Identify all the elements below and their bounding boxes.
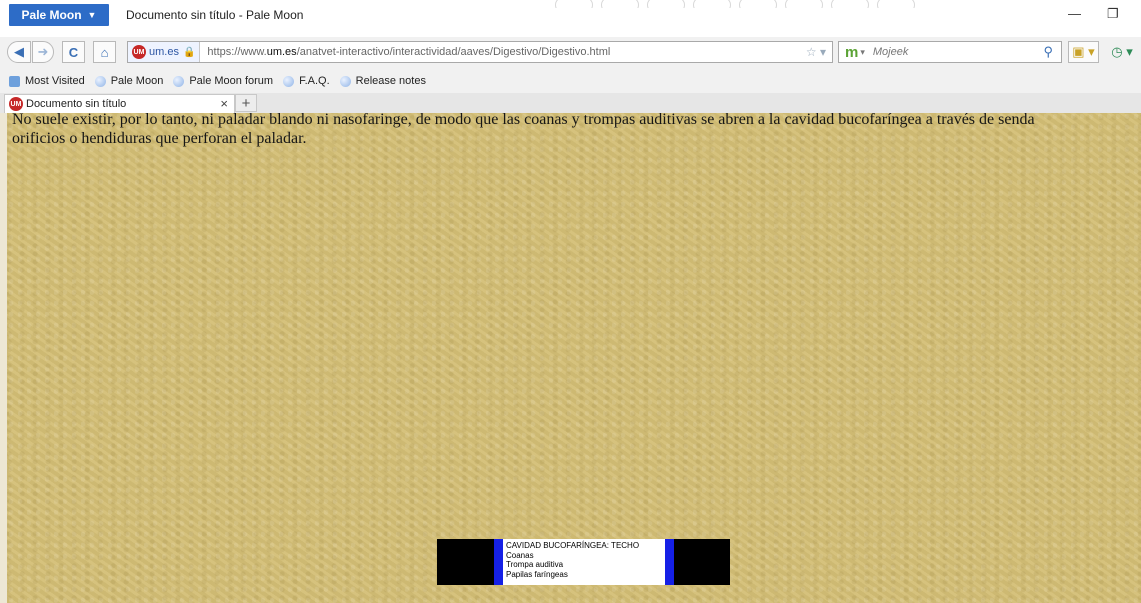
- bookmark-star-icon[interactable]: ☆ ▾: [806, 45, 826, 59]
- chevron-down-icon: ▾: [860, 46, 865, 57]
- url-prefix: https://www.: [207, 46, 267, 58]
- bookmark-label: F.A.Q.: [299, 75, 330, 87]
- bookmark-label: Pale Moon forum: [189, 75, 274, 87]
- app-menu-label: Pale Moon: [21, 8, 82, 22]
- minimize-button[interactable]: —: [1068, 6, 1081, 21]
- legend-item-papilas-faringeas[interactable]: Papilas faríngeas: [506, 570, 665, 580]
- home-button[interactable]: ⌂: [93, 41, 116, 63]
- new-tab-button[interactable]: +: [235, 94, 257, 112]
- tab-bar: UM Documento sin título × +: [0, 93, 1141, 113]
- reload-button[interactable]: C: [62, 41, 85, 63]
- legend-item-coanas[interactable]: Coanas: [506, 551, 665, 561]
- home-icon: ⌂: [100, 44, 109, 60]
- search-icon[interactable]: ⚲: [1043, 44, 1053, 60]
- bookmark-release-notes[interactable]: Release notes: [339, 75, 426, 87]
- paragraph-line-2: orificios o hendiduras que perforan el p…: [12, 130, 307, 147]
- paragraph-line-1: No suele existir, por lo tanto, ni palad…: [12, 113, 1035, 128]
- back-button[interactable]: ◀: [7, 41, 31, 63]
- title-bar: Pale Moon ▼ Documento sin título - Pale …: [0, 0, 1141, 37]
- bookmarks-toolbar: Most Visited Pale Moon Pale Moon forum F…: [0, 69, 1141, 93]
- mojeek-logo-icon[interactable]: m: [845, 44, 858, 61]
- bookmark-pale-moon[interactable]: Pale Moon: [94, 75, 164, 87]
- um-logo-icon: UM: [132, 45, 146, 59]
- navigation-bar: ◀ ➜ C ⌂ UM um.es 🔒 https://www.um.es/ana…: [0, 37, 1141, 69]
- url-path: /anatvet-interactivo/interactividad/aave…: [296, 46, 611, 58]
- history-button[interactable]: ◷ ▾: [1106, 41, 1138, 63]
- back-arrow-icon: ◀: [14, 44, 24, 59]
- download-icon: ▣ ▾: [1072, 44, 1095, 59]
- restore-button[interactable]: ❐: [1107, 6, 1119, 22]
- globe-icon: [283, 75, 295, 87]
- globe-icon: [339, 75, 351, 87]
- search-placeholder: Mojeek: [872, 46, 909, 58]
- url-text[interactable]: https://www.um.es/anatvet-interactivo/in…: [207, 46, 610, 58]
- url-bar[interactable]: UM um.es 🔒 https://www.um.es/anatvet-int…: [127, 41, 833, 63]
- legend-item-trompa-auditiva[interactable]: Trompa auditiva: [506, 560, 665, 570]
- clock-icon: ◷ ▾: [1111, 44, 1133, 59]
- bookmark-faq[interactable]: F.A.Q.: [283, 75, 330, 87]
- left-margin-strip: [0, 113, 7, 603]
- bookmark-label: Release notes: [355, 75, 426, 87]
- app-menu-button[interactable]: Pale Moon ▼: [9, 4, 109, 26]
- most-visited-icon: [9, 75, 20, 87]
- downloads-button[interactable]: ▣ ▾: [1068, 41, 1099, 63]
- close-icon[interactable]: ×: [220, 96, 228, 111]
- tab-title: Documento sin título: [26, 98, 127, 110]
- banner-decoration: [555, 0, 975, 8]
- forward-arrow-icon: ➜: [37, 44, 49, 59]
- body-paragraph: No suele existir, por lo tanto, ni palad…: [12, 113, 1141, 148]
- forward-button[interactable]: ➜: [32, 41, 54, 63]
- bookmark-pale-moon-forum[interactable]: Pale Moon forum: [173, 75, 273, 87]
- page-content: No suele existir, por lo tanto, ni palad…: [0, 113, 1141, 603]
- bookmark-label: Pale Moon: [110, 75, 164, 87]
- lock-icon: 🔒: [182, 46, 196, 58]
- bookmark-most-visited[interactable]: Most Visited: [9, 75, 85, 87]
- legend-title: CAVIDAD BUCOFARÍNGEA: TECHO: [506, 541, 640, 550]
- window-title: Documento sin título - Pale Moon: [126, 8, 304, 22]
- tab-documento[interactable]: UM Documento sin título ×: [4, 94, 235, 113]
- site-identity-button[interactable]: UM um.es 🔒: [128, 42, 201, 62]
- search-bar[interactable]: m ▾ Mojeek ⚲: [838, 41, 1062, 63]
- site-identity-label: um.es: [149, 46, 179, 58]
- reload-icon: C: [68, 44, 79, 60]
- chevron-down-icon: ▼: [87, 10, 97, 20]
- legend-panel: CAVIDAD BUCOFARÍNGEA: TECHO Coanas Tromp…: [503, 539, 665, 585]
- legend-box: CAVIDAD BUCOFARÍNGEA: TECHO Coanas Tromp…: [437, 539, 730, 585]
- um-logo-icon: UM: [9, 97, 23, 111]
- globe-icon: [173, 75, 185, 87]
- url-host: um.es: [266, 46, 297, 58]
- bookmark-label: Most Visited: [25, 75, 85, 87]
- globe-icon: [94, 75, 106, 87]
